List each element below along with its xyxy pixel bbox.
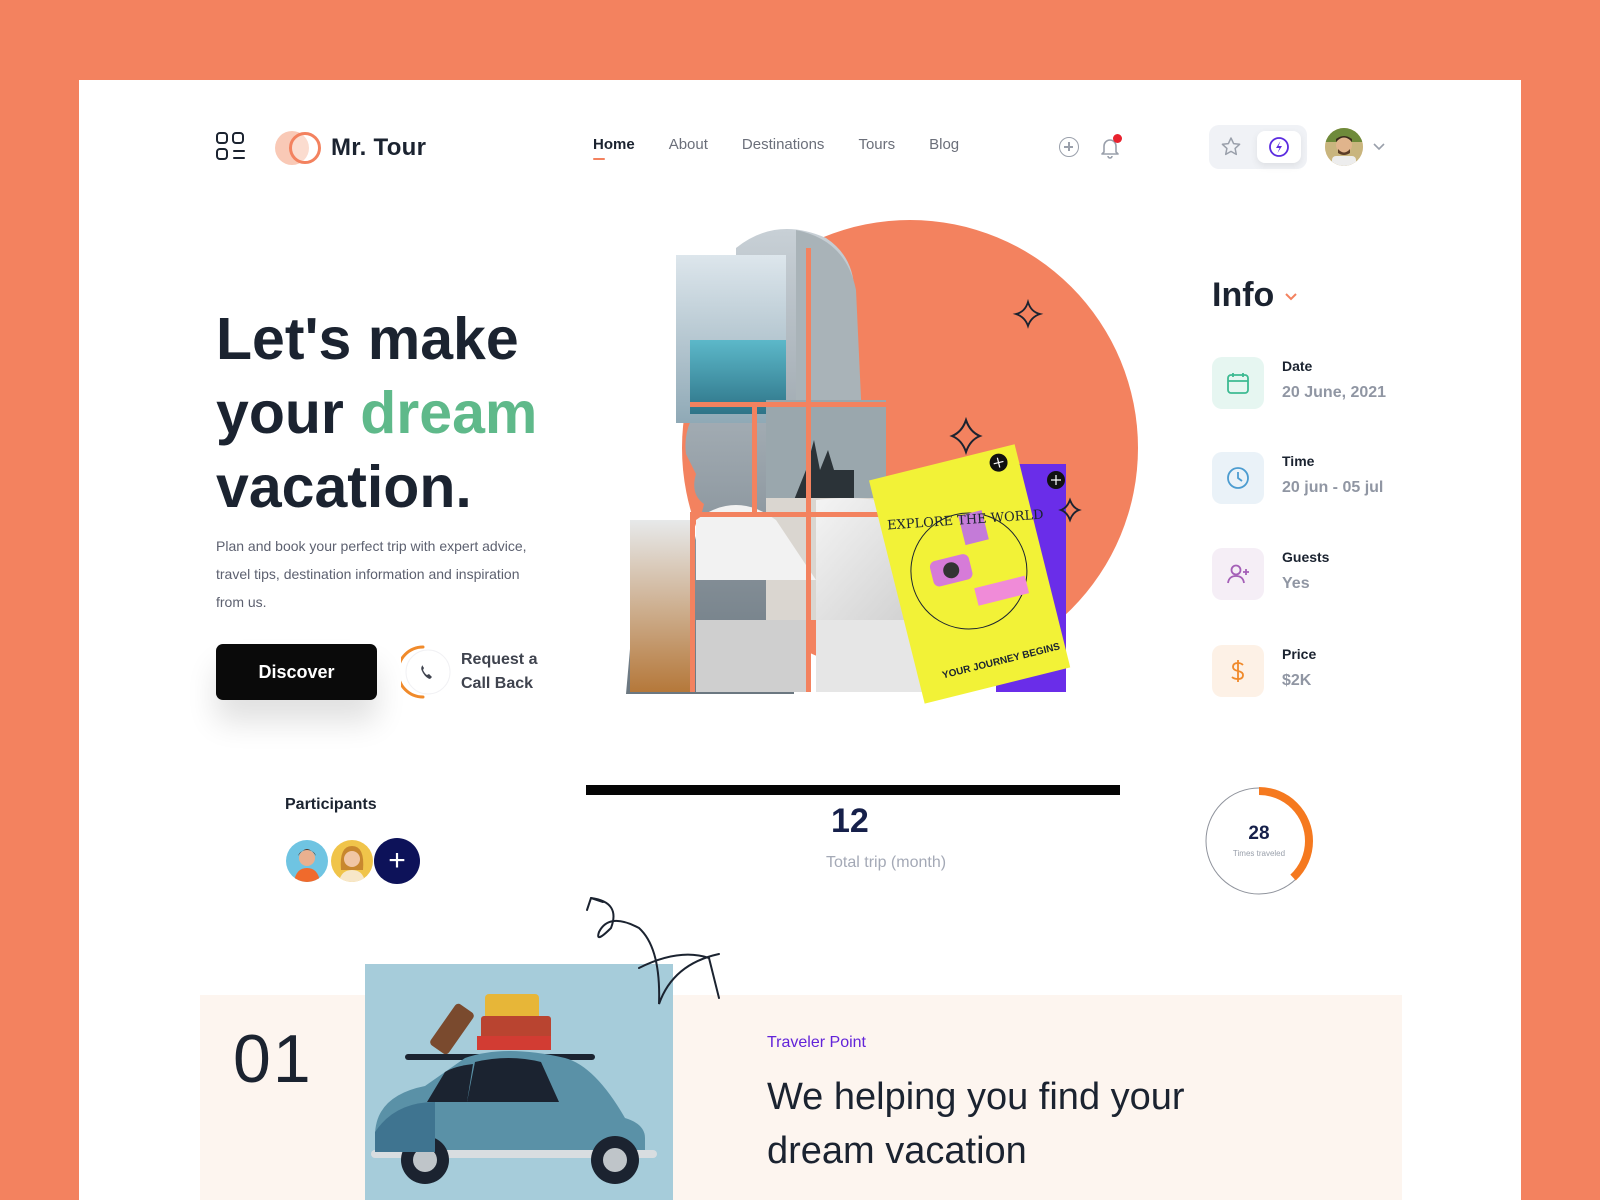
compass-icon[interactable] [1257, 131, 1301, 163]
participant-avatar[interactable] [284, 838, 330, 884]
bell-icon[interactable] [1097, 134, 1123, 160]
info-row-guests: Guests Yes [1212, 548, 1329, 600]
hero-illustration: EXPLORE THE WORLD YOUR JOURNEY BEGINS [512, 220, 1146, 810]
info-value: Yes [1282, 575, 1310, 592]
main-nav: Home About Destinations Tours Blog [593, 136, 959, 160]
participants-avatars: + [284, 838, 420, 884]
feature-title: We helping you find your dream vacation [767, 1076, 1185, 1172]
discover-button[interactable]: Discover [216, 644, 377, 700]
participants-label: Participants [285, 796, 377, 813]
info-value: 20 jun - 05 jul [1282, 479, 1384, 496]
logo-mark-icon [275, 131, 323, 165]
info-row-price: Price $2K [1212, 645, 1316, 697]
times-traveled-gauge: 28 Times traveled [1203, 785, 1315, 897]
hero-title-line1: Let's make [216, 306, 519, 372]
info-label: Guests [1282, 549, 1330, 565]
phone-icon[interactable] [396, 644, 451, 700]
feature-kicker: Traveler Point [767, 1034, 866, 1051]
nav-destinations[interactable]: Destinations [742, 136, 825, 153]
brand-name: Mr. Tour [331, 134, 427, 161]
total-trip-label: Total trip (month) [826, 854, 947, 871]
times-traveled-label: Times traveled [1232, 849, 1286, 858]
hero-title-line3: vacation. [216, 454, 472, 520]
calendar-icon [1212, 357, 1264, 409]
hero-title-dream: dream [360, 380, 538, 446]
request-callback[interactable]: Request a Call Back [396, 644, 537, 700]
callback-line2: Call Back [461, 675, 534, 692]
hero-title: Let's make your dream vacation. [216, 302, 636, 524]
mode-toggle[interactable] [1209, 125, 1307, 169]
chevron-down-icon [1285, 292, 1298, 300]
nav-home[interactable]: Home [593, 136, 635, 160]
info-value: $2K [1282, 672, 1312, 689]
callback-label: Request a Call Back [461, 648, 537, 696]
hand-drawn-arrow-icon [586, 897, 720, 1005]
hero-description: Plan and book your perfect trip with exp… [216, 538, 527, 610]
hero-title-line2: your dream [216, 376, 636, 450]
chevron-down-icon[interactable] [1371, 138, 1387, 154]
grid-menu-icon[interactable] [216, 132, 246, 162]
nav-tours[interactable]: Tours [858, 136, 895, 153]
info-label: Price [1282, 646, 1317, 662]
dollar-icon [1212, 645, 1264, 697]
info-label: Time [1282, 453, 1315, 469]
participant-avatar[interactable] [329, 838, 375, 884]
total-trip-value: 12 [831, 802, 869, 840]
page-card: Mr. Tour Home About Destinations Tours B… [79, 80, 1521, 1200]
info-label: Date [1282, 358, 1313, 374]
user-avatar[interactable] [1325, 128, 1363, 166]
add-participant-button[interactable]: + [374, 838, 420, 884]
feature-number: 01 [233, 1021, 313, 1097]
callback-line1: Request a [461, 651, 538, 668]
add-user-icon [1212, 548, 1264, 600]
notification-dot [1113, 134, 1122, 143]
info-row-date: Date 20 June, 2021 [1212, 357, 1386, 409]
shelf-bar [586, 785, 1120, 795]
nav-blog[interactable]: Blog [929, 136, 959, 153]
info-title: Info [1212, 276, 1275, 314]
logo[interactable]: Mr. Tour [275, 131, 426, 165]
add-location-icon[interactable] [1059, 137, 1079, 157]
times-traveled-value: 28 [1248, 823, 1270, 844]
info-value: 20 June, 2021 [1282, 384, 1387, 401]
nav-about[interactable]: About [669, 136, 708, 153]
star-icon[interactable] [1219, 135, 1243, 159]
info-header[interactable]: Info [1212, 276, 1298, 315]
info-row-time: Time 20 jun - 05 jul [1212, 452, 1383, 504]
hero-title-your: your [216, 380, 361, 446]
clock-icon [1212, 452, 1264, 504]
